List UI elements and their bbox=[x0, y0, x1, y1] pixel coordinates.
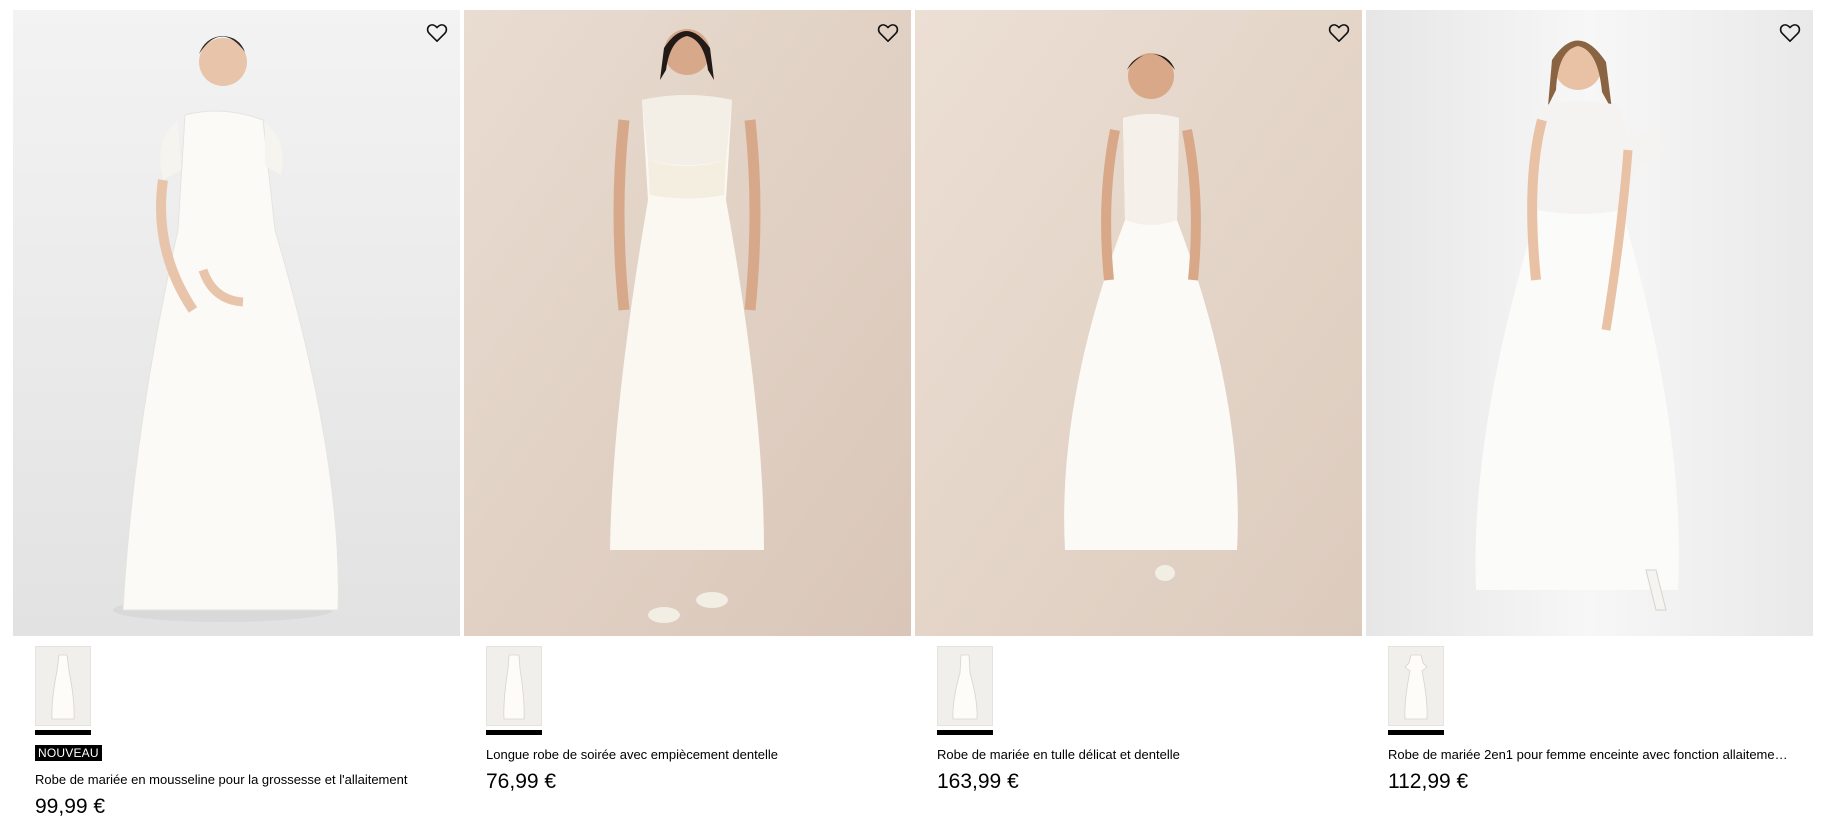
color-swatch-group bbox=[1388, 646, 1444, 735]
product-grid: NOUVEAU Robe de mariée en mousseline pou… bbox=[13, 10, 1813, 820]
product-price: 76,99 € bbox=[486, 770, 557, 793]
favorite-button[interactable] bbox=[875, 20, 901, 46]
dress-thumbnail bbox=[51, 654, 75, 720]
product-info: NOUVEAU Robe de mariée en mousseline pou… bbox=[13, 636, 460, 820]
product-card[interactable]: Robe de mariée 2en1 pour femme enceinte … bbox=[1366, 10, 1813, 820]
product-price: 99,99 € bbox=[35, 795, 106, 818]
color-swatch-group bbox=[486, 646, 542, 735]
dress-photo bbox=[1366, 10, 1813, 636]
product-card[interactable]: Longue robe de soirée avec empiècement d… bbox=[464, 10, 911, 820]
new-badge: NOUVEAU bbox=[35, 745, 102, 761]
product-price: 112,99 € bbox=[1388, 770, 1469, 793]
product-info: Longue robe de soirée avec empiècement d… bbox=[464, 636, 911, 795]
product-card[interactable]: NOUVEAU Robe de mariée en mousseline pou… bbox=[13, 10, 460, 820]
heart-outline-icon bbox=[877, 24, 899, 42]
product-card[interactable]: Robe de mariée en tulle délicat et dente… bbox=[915, 10, 1362, 820]
favorite-button[interactable] bbox=[424, 20, 450, 46]
dress-thumbnail bbox=[1404, 654, 1428, 720]
color-swatch[interactable] bbox=[1388, 646, 1444, 726]
dress-thumbnail bbox=[503, 654, 525, 720]
heart-outline-icon bbox=[1328, 24, 1350, 42]
product-info: Robe de mariée 2en1 pour femme enceinte … bbox=[1366, 636, 1813, 795]
dress-photo bbox=[915, 10, 1362, 636]
product-image[interactable] bbox=[915, 10, 1362, 636]
product-image[interactable] bbox=[464, 10, 911, 636]
heart-outline-icon bbox=[1779, 24, 1801, 42]
product-image[interactable] bbox=[13, 10, 460, 636]
product-title[interactable]: Robe de mariée en tulle délicat et dente… bbox=[937, 746, 1342, 764]
product-price: 163,99 € bbox=[937, 770, 1019, 793]
color-swatch-group bbox=[35, 646, 91, 735]
color-swatch-group bbox=[937, 646, 993, 735]
selected-swatch-indicator bbox=[1388, 730, 1444, 735]
product-title[interactable]: Longue robe de soirée avec empiècement d… bbox=[486, 746, 891, 764]
selected-swatch-indicator bbox=[486, 730, 542, 735]
dress-thumbnail bbox=[952, 654, 978, 720]
color-swatch[interactable] bbox=[937, 646, 993, 726]
color-swatch[interactable] bbox=[486, 646, 542, 726]
product-title[interactable]: Robe de mariée en mousseline pour la gro… bbox=[35, 771, 440, 789]
dress-photo bbox=[13, 10, 460, 636]
dress-photo bbox=[464, 10, 911, 636]
product-info: Robe de mariée en tulle délicat et dente… bbox=[915, 636, 1362, 795]
product-title[interactable]: Robe de mariée 2en1 pour femme enceinte … bbox=[1388, 746, 1793, 764]
selected-swatch-indicator bbox=[937, 730, 993, 735]
product-image[interactable] bbox=[1366, 10, 1813, 636]
favorite-button[interactable] bbox=[1777, 20, 1803, 46]
favorite-button[interactable] bbox=[1326, 20, 1352, 46]
selected-swatch-indicator bbox=[35, 730, 91, 735]
color-swatch[interactable] bbox=[35, 646, 91, 726]
heart-outline-icon bbox=[426, 24, 448, 42]
